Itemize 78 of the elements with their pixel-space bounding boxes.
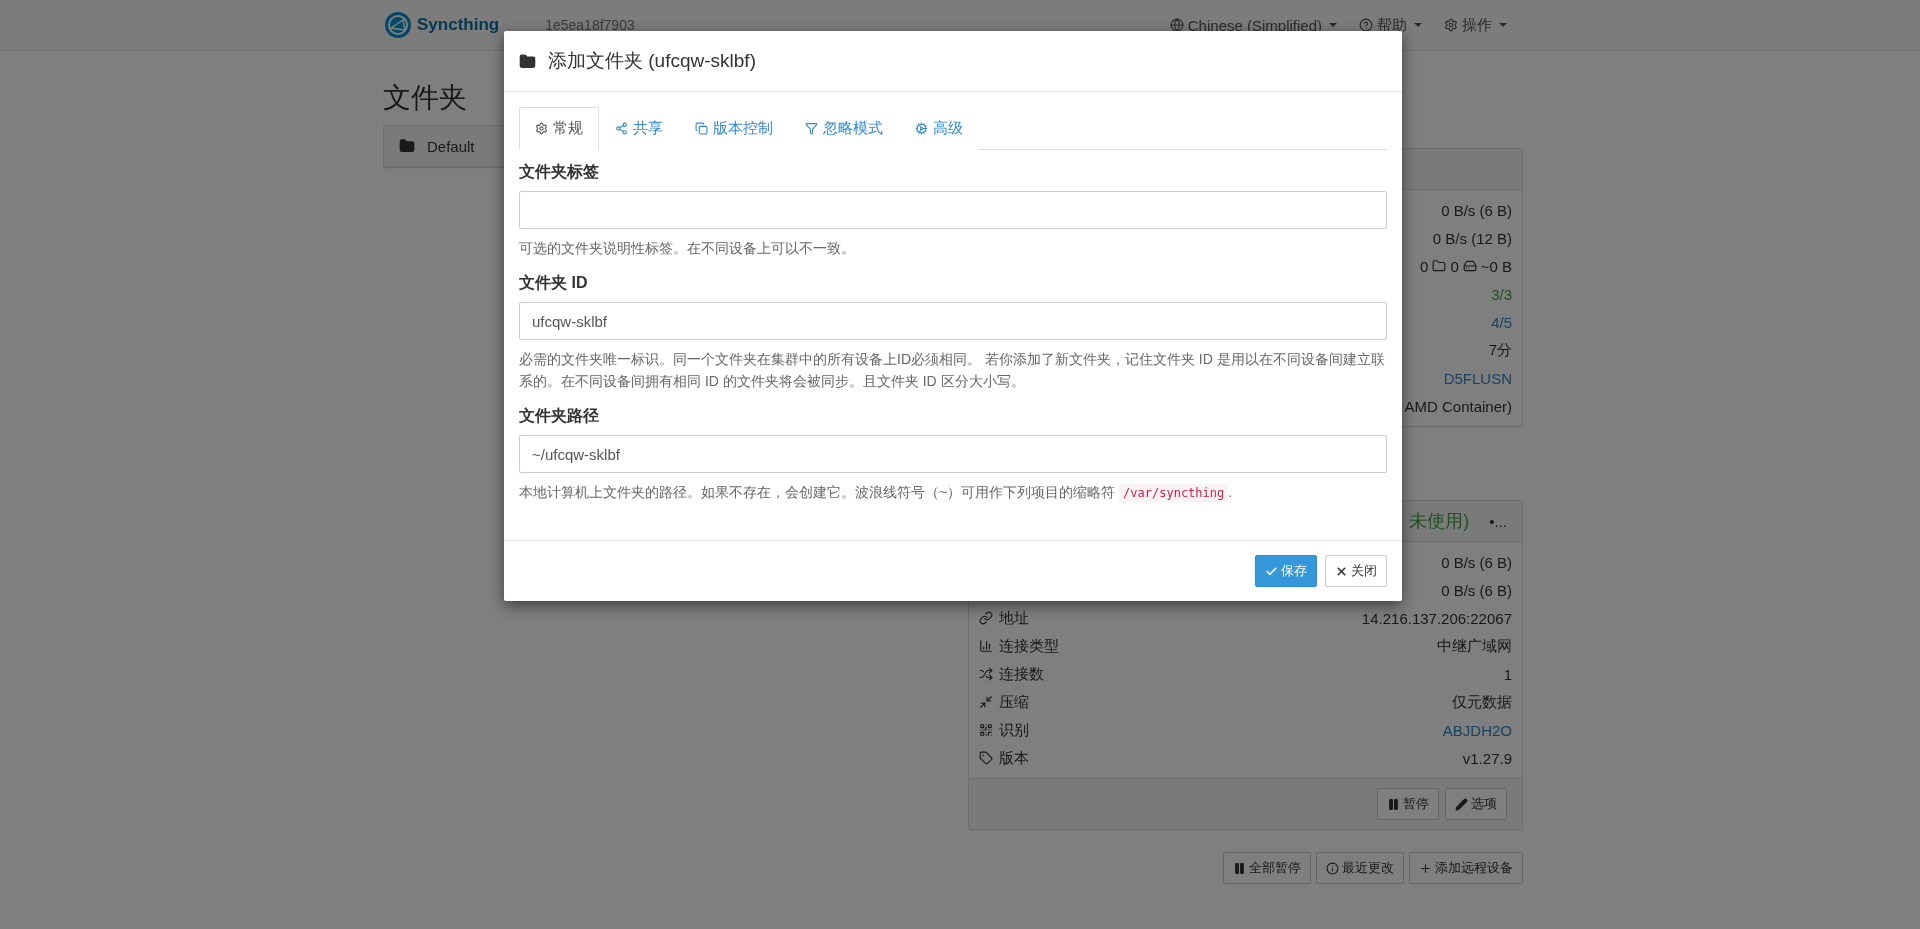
row-value: 1 bbox=[1503, 665, 1512, 683]
row-value: 3/3 bbox=[1491, 285, 1512, 303]
filter-icon bbox=[805, 122, 818, 135]
globe-icon bbox=[1169, 18, 1184, 32]
help-text: 本地计算机上文件夹的路径。如果不存在，会创建它。波浪线符号（~）可用作下列项目的缩略符 /var/syncthing . bbox=[519, 483, 1234, 504]
count-value: 0 bbox=[1450, 257, 1459, 275]
pause-icon bbox=[1387, 797, 1400, 811]
input-field[interactable]: ~/ufcqw-sklbf bbox=[519, 435, 1387, 473]
recent-changes-button[interactable]: 最近更改 bbox=[1316, 852, 1404, 884]
folder-icon bbox=[1432, 259, 1447, 273]
close-button[interactable]: 关闭 bbox=[1325, 555, 1387, 587]
row-value: v1.27.9 bbox=[1462, 749, 1512, 767]
help-text: 必需的文件夹唯一标识。同一个文件夹在集群中的所有设备上ID必须相同。 若你添加了新文件夹，记住文件夹 ID 是用以在不同设备间建立联系的。在不同设备间拥有相同 ID 的文件夹将会被同步。且文件夹 ID 区分大小写。 bbox=[519, 350, 1386, 391]
row-value: 0 B/s (6 B) bbox=[1441, 553, 1512, 571]
cogs-icon bbox=[915, 122, 928, 135]
size-value: ~0 B bbox=[1480, 257, 1512, 275]
row-value: 0 B/s (6 B) bbox=[1441, 581, 1512, 599]
qr-code-icon bbox=[979, 723, 993, 737]
info-icon bbox=[1326, 861, 1339, 875]
pencil-icon bbox=[1455, 797, 1468, 811]
check-icon bbox=[1265, 564, 1278, 578]
folder-name: Default bbox=[427, 137, 475, 155]
dialog-title: 添加文件夹 (ufcqw-sklbf) bbox=[548, 49, 756, 73]
brand-name[interactable]: Syncthing bbox=[417, 15, 500, 35]
caret-icon bbox=[1329, 23, 1337, 27]
row-value: 中继广域网 bbox=[1437, 636, 1512, 656]
device-status: 未使用) bbox=[1409, 510, 1470, 533]
input-field[interactable]: ufcqw-sklbf bbox=[519, 302, 1387, 340]
dialog-tab[interactable]: 常规 bbox=[519, 107, 599, 150]
save-button[interactable]: 保存 bbox=[1255, 555, 1317, 587]
row-value: 0 B/s (12 B) bbox=[1432, 229, 1512, 247]
row-value: 7分 bbox=[1488, 340, 1512, 360]
row-label: 连接类型 bbox=[999, 636, 1059, 656]
section-heading: 文件夹 bbox=[383, 81, 468, 115]
row-value[interactable]: 4/5 bbox=[1491, 313, 1512, 331]
close-icon bbox=[1335, 564, 1348, 578]
row-value[interactable]: D5FLUSN bbox=[1443, 369, 1512, 387]
compress-icon bbox=[979, 695, 993, 709]
signal-icon bbox=[979, 639, 993, 653]
help-icon bbox=[1359, 18, 1373, 32]
field-label: 文件夹 ID bbox=[519, 273, 589, 293]
caret-icon bbox=[1414, 23, 1422, 27]
caret-icon bbox=[1499, 23, 1507, 27]
input-field[interactable] bbox=[519, 191, 1387, 229]
row-label: 连接数 bbox=[999, 664, 1044, 684]
settings-icon bbox=[1444, 18, 1458, 32]
device-name: •... bbox=[1489, 512, 1507, 530]
share-icon bbox=[615, 122, 628, 135]
shuffle-icon bbox=[979, 667, 993, 681]
row-label: 地址 bbox=[999, 608, 1029, 628]
row-label: 版本 bbox=[999, 748, 1029, 768]
pause-button[interactable]: 暂停 bbox=[1377, 788, 1439, 820]
help-text: 可选的文件夹说明性标签。在不同设备上可以不一致。 bbox=[519, 239, 856, 258]
folder-icon bbox=[399, 138, 415, 154]
options-button[interactable]: 选项 bbox=[1445, 788, 1507, 820]
copy-icon bbox=[695, 122, 708, 135]
row-value: 14.216.137.206:22067 bbox=[1361, 609, 1512, 627]
nav-menu[interactable]: 操作 bbox=[1444, 15, 1507, 35]
gear-icon bbox=[535, 122, 548, 135]
pause-icon bbox=[1233, 861, 1246, 875]
count-value: 0 bbox=[1420, 257, 1429, 275]
plus-icon bbox=[1419, 861, 1432, 875]
tag-icon bbox=[979, 751, 993, 765]
row-label: 压缩 bbox=[999, 692, 1029, 712]
drive-icon bbox=[1462, 259, 1477, 273]
add-device-button[interactable]: 添加远程设备 bbox=[1409, 852, 1523, 884]
row-value: AMD Container) bbox=[1404, 397, 1512, 415]
syncthing-logo-icon bbox=[383, 10, 413, 40]
folder-icon bbox=[519, 52, 536, 70]
row-label: 识别 bbox=[999, 720, 1029, 740]
row-value: 仅元数据 bbox=[1452, 692, 1512, 712]
pause-all-button[interactable]: 全部暂停 bbox=[1223, 852, 1311, 884]
field-label: 文件夹路径 bbox=[519, 406, 600, 426]
row-value[interactable]: ABJDH2O bbox=[1442, 721, 1512, 739]
field-label: 文件夹标签 bbox=[519, 162, 600, 182]
device-name: 1e5ea18f7903 bbox=[545, 17, 635, 33]
row-value: 0 B/s (6 B) bbox=[1441, 201, 1512, 219]
link-icon bbox=[979, 611, 993, 625]
